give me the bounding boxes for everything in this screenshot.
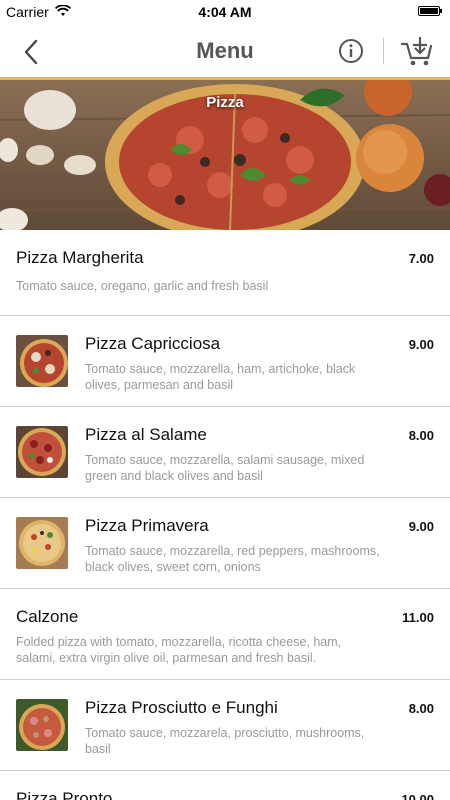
- item-price: 7.00: [408, 251, 434, 266]
- item-thumbnail: [16, 699, 68, 751]
- item-name: Pizza Primavera: [85, 516, 209, 535]
- menu-item[interactable]: Pizza Primavera 9.00 Tomato sauce, mozza…: [0, 498, 450, 589]
- item-thumbnail: [16, 517, 68, 569]
- item-name: Pizza Capricciosa: [85, 334, 221, 353]
- cart-icon: [400, 37, 433, 66]
- item-name: Pizza Pronto: [16, 789, 113, 800]
- status-bar: Carrier 4:04 AM: [0, 0, 450, 24]
- item-description: Tomato sauce, mozzarella, red peppers, m…: [85, 544, 380, 574]
- item-price: 9.00: [408, 519, 434, 534]
- item-name: Pizza Margherita: [16, 248, 144, 267]
- nav-divider: [383, 38, 384, 64]
- item-thumbnail: [16, 335, 68, 387]
- status-time: 4:04 AM: [198, 4, 252, 20]
- item-price: 8.00: [408, 428, 434, 443]
- menu-item[interactable]: Pizza Prosciutto e Funghi 8.00 Tomato sa…: [0, 680, 450, 771]
- item-description: Folded pizza with tomato, mozzarella, ri…: [16, 635, 342, 665]
- menu-screen: Carrier 4:04 AM Menu Pizza Pizza Margher…: [0, 0, 450, 800]
- banner-title: Pizza: [206, 94, 244, 111]
- menu-item[interactable]: Pizza Margherita 7.00 Tomato sauce, oreg…: [0, 230, 450, 316]
- item-description: Tomato sauce, mozzarela, prosciutto, mus…: [85, 726, 365, 756]
- menu-item[interactable]: Calzone 11.00 Folded pizza with tomato, …: [0, 589, 450, 680]
- battery-icon: [418, 6, 442, 16]
- item-description: Tomato sauce, oregano, garlic and fresh …: [16, 279, 269, 293]
- item-price: 9.00: [408, 337, 434, 352]
- info-button[interactable]: [338, 38, 364, 64]
- category-banner: Pizza: [0, 80, 450, 230]
- cart-button[interactable]: [400, 34, 434, 68]
- info-circle-icon: [339, 39, 363, 63]
- item-description: Tomato sauce, mozzarella, salami sausage…: [85, 453, 365, 483]
- menu-item[interactable]: Pizza Capricciosa 9.00 Tomato sauce, moz…: [0, 316, 450, 407]
- item-price: 10.00: [401, 792, 434, 800]
- item-name: Pizza al Salame: [85, 425, 207, 444]
- item-price: 8.00: [408, 701, 434, 716]
- menu-item[interactable]: Pizza Pronto 10.00: [0, 771, 450, 800]
- item-price: 11.00: [402, 610, 434, 625]
- item-name: Pizza Prosciutto e Funghi: [85, 698, 278, 717]
- item-thumbnail: [16, 426, 68, 478]
- item-description: Tomato sauce, mozzarella, ham, artichoke…: [85, 362, 356, 392]
- item-name: Calzone: [16, 607, 79, 626]
- nav-bar: Menu: [0, 24, 450, 80]
- menu-item[interactable]: Pizza al Salame 8.00 Tomato sauce, mozza…: [0, 407, 450, 498]
- menu-list: Pizza Margherita 7.00 Tomato sauce, oreg…: [0, 230, 450, 800]
